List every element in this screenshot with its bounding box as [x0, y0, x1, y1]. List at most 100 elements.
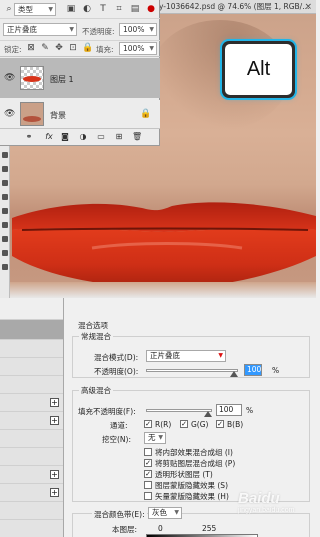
list-item[interactable]: + — [0, 394, 63, 412]
opacity-label: 不透明度(O): — [94, 367, 139, 376]
smart-object-filter-icon[interactable]: ▤ — [130, 4, 140, 14]
list-item[interactable]: + — [0, 466, 63, 484]
blend-mode-select[interactable]: 正片叠底 ▼ — [146, 350, 226, 362]
trash-icon[interactable]: 🗑 — [132, 132, 142, 142]
knockout-select[interactable]: 无 ▼ — [144, 432, 166, 444]
lock-position-icon[interactable]: ✥ — [54, 43, 64, 53]
pixel-filter-icon[interactable]: ▣ — [66, 4, 76, 14]
group-legend: 高级混合 — [79, 385, 113, 396]
layer-mask-hides-checkbox[interactable] — [144, 481, 152, 489]
type-filter-icon[interactable]: T — [98, 4, 108, 14]
knockout-label: 挖空(N): — [102, 435, 131, 444]
opacity-label: 不透明度: — [82, 27, 115, 36]
close-icon[interactable]: × — [304, 0, 312, 13]
search-icon: ⌕ — [6, 4, 12, 14]
baidu-watermark: Baidu jingyan.baidu.com — [238, 490, 295, 514]
layer-thumbnail — [20, 102, 44, 126]
tool-icon[interactable] — [2, 222, 8, 228]
blend-interior-checkbox[interactable] — [144, 448, 152, 456]
opacity-slider-thumb[interactable] — [230, 371, 238, 377]
chevron-down-icon: ▼ — [218, 352, 223, 359]
add-mask-icon[interactable]: ◙ — [60, 132, 70, 142]
shape-filter-icon[interactable]: ⌗ — [114, 4, 124, 14]
visibility-eye-icon[interactable]: 👁 — [4, 110, 16, 119]
lock-image-icon[interactable]: ✎ — [40, 43, 50, 53]
layer-row[interactable]: 👁 图层 1 — [0, 58, 160, 98]
tool-icon[interactable] — [2, 180, 8, 186]
layers-footer: ⚭ fx ◙ ◑ ▭ ⊞ 🗑 — [0, 128, 160, 145]
blend-if-label: 混合颜色带(E): — [92, 509, 147, 520]
tool-icon[interactable] — [2, 194, 8, 200]
alt-key-overlay: Alt — [222, 41, 295, 98]
list-item[interactable] — [0, 298, 63, 320]
blend-clipped-checkbox[interactable] — [144, 459, 152, 467]
channel-g-checkbox[interactable] — [180, 420, 188, 428]
opacity-slider[interactable] — [146, 369, 238, 372]
canvas-edge — [0, 282, 316, 298]
chevron-down-icon: ▼ — [149, 45, 154, 52]
blend-mode-select[interactable]: 正片叠底 ▼ — [3, 23, 77, 36]
tool-icon[interactable] — [2, 264, 8, 270]
option-label: 矢量蒙版隐藏效果 (H) — [155, 492, 229, 501]
channel-r-checkbox[interactable] — [144, 420, 152, 428]
document-tab[interactable]: ty-1036642.psd @ 74.6% (图层 1, RGB/... × — [152, 0, 316, 14]
fill-label: 填充: — [96, 45, 114, 54]
tool-icon[interactable] — [2, 236, 8, 242]
adjustment-layer-icon[interactable]: ◑ — [78, 132, 88, 142]
channel-r-label: R(R) — [155, 420, 172, 429]
add-icon[interactable]: + — [50, 416, 59, 425]
list-item-selected[interactable] — [0, 320, 63, 340]
list-item[interactable] — [0, 358, 63, 376]
list-item[interactable] — [0, 430, 63, 448]
face-thumbnail-icon — [21, 103, 43, 125]
new-layer-icon[interactable]: ⊞ — [114, 132, 124, 142]
lock-transparent-icon[interactable]: ⊠ — [26, 43, 36, 53]
list-item[interactable] — [0, 376, 63, 394]
opacity-field[interactable]: 100% ▼ — [119, 23, 157, 36]
list-item[interactable]: + — [0, 412, 63, 430]
group-folder-icon[interactable]: ▭ — [96, 132, 106, 142]
lock-icon: 🔒 — [140, 109, 152, 119]
blend-if-select[interactable]: 灰色 ▼ — [148, 507, 182, 519]
lock-artboard-icon[interactable]: ⊡ — [68, 43, 78, 53]
option-label: 透明形状图层 (T) — [155, 470, 213, 479]
list-item[interactable]: + — [0, 484, 63, 502]
blend-mode-label: 混合模式(D): — [94, 353, 139, 362]
filter-toggle-icon[interactable]: ● — [146, 4, 156, 14]
add-icon[interactable]: + — [50, 488, 59, 497]
channel-b-checkbox[interactable] — [216, 420, 224, 428]
option-label: 将内部效果混合成组 (I) — [155, 448, 233, 457]
list-item[interactable] — [0, 340, 63, 358]
fx-icon[interactable]: fx — [44, 132, 54, 142]
fill-opacity-slider[interactable] — [146, 409, 212, 412]
add-icon[interactable]: + — [50, 470, 59, 479]
opacity-input[interactable]: 100 — [244, 364, 262, 376]
visibility-eye-icon[interactable]: 👁 — [4, 74, 16, 83]
fill-opacity-slider-thumb[interactable] — [204, 411, 212, 417]
chevron-down-icon: ▼ — [48, 6, 53, 13]
section-title: 混合选项 — [78, 321, 108, 330]
transparency-shapes-checkbox[interactable] — [144, 470, 152, 478]
add-icon[interactable]: + — [50, 398, 59, 407]
filter-kind-select[interactable]: 类型 ▼ — [14, 3, 56, 16]
option-label: 图层蒙版隐藏效果 (S) — [155, 481, 228, 490]
chevron-down-icon: ▼ — [174, 509, 179, 516]
list-item[interactable] — [0, 448, 63, 466]
lips-image — [12, 202, 316, 289]
layer-name: 背景 — [50, 111, 66, 120]
tool-icon[interactable] — [2, 208, 8, 214]
adjustment-filter-icon[interactable]: ◐ — [82, 4, 92, 14]
vector-mask-hides-checkbox[interactable] — [144, 492, 152, 500]
layer-blend-row: 正片叠底 ▼ 不透明度: 100% ▼ — [0, 19, 160, 41]
tool-icon[interactable] — [2, 152, 8, 158]
layer-row[interactable]: 👁 背景 🔒 — [0, 100, 160, 128]
link-layers-icon[interactable]: ⚭ — [24, 132, 34, 142]
layer-name: 图层 1 — [50, 75, 74, 84]
lock-all-icon[interactable]: 🔒 — [82, 43, 93, 53]
tool-icon[interactable] — [2, 250, 8, 256]
fill-field[interactable]: 100% ▼ — [119, 42, 157, 55]
list-item[interactable] — [0, 502, 63, 520]
fill-opacity-input[interactable]: 100 — [216, 404, 242, 416]
lips-thumbnail-icon — [23, 76, 41, 82]
tool-icon[interactable] — [2, 166, 8, 172]
